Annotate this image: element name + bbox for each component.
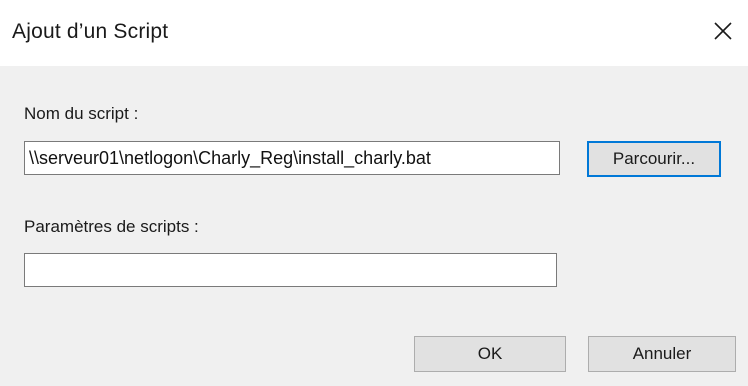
browse-button[interactable]: Parcourir...	[587, 141, 721, 177]
script-name-label: Nom du script :	[24, 104, 139, 123]
script-params-label: Paramètres de scripts :	[24, 217, 199, 236]
close-icon	[714, 22, 732, 40]
dialog-title: Ajout d’un Script	[12, 20, 169, 43]
add-script-dialog: Ajout d’un Script Nom du script : \\serv…	[0, 0, 748, 386]
dialog-body: Nom du script : \\serveur01\netlogon\Cha…	[0, 66, 748, 386]
script-params-input[interactable]	[24, 253, 557, 287]
ok-button[interactable]: OK	[414, 336, 566, 372]
cancel-button[interactable]: Annuler	[588, 336, 736, 372]
script-name-input[interactable]: \\serveur01\netlogon\Charly_Reg\install_…	[24, 141, 560, 175]
dialog-titlebar: Ajout d’un Script	[0, 0, 748, 66]
close-button[interactable]	[706, 14, 740, 48]
